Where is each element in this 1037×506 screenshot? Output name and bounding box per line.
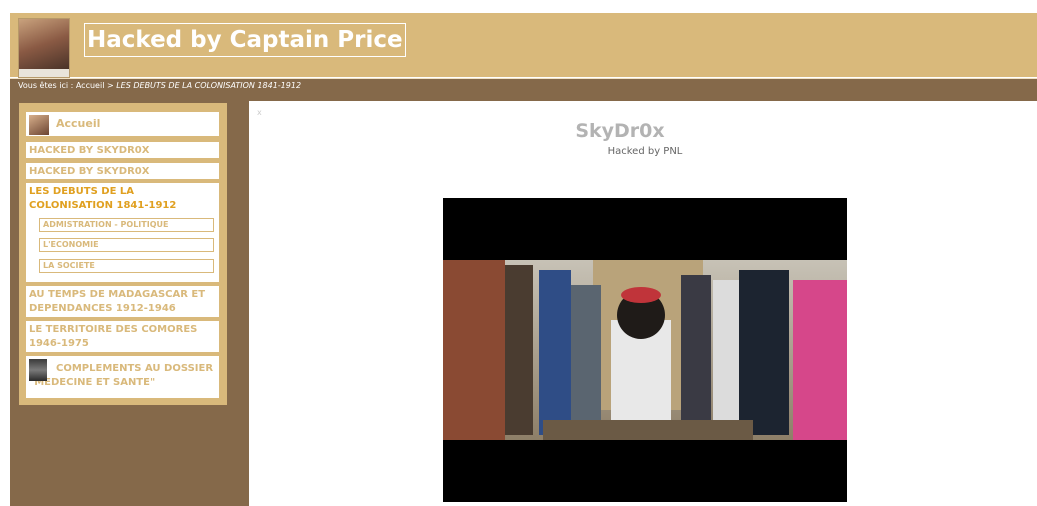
menu-item-hacked-1[interactable]: HACKED BY SKYDR0X	[26, 142, 219, 158]
breadcrumb-home-link[interactable]: Accueil	[76, 81, 105, 90]
menu-item-madagascar[interactable]: AU TEMPS DE MADAGASCAR ET DEPENDANCES 19…	[26, 286, 219, 317]
breadcrumb: Vous êtes ici : Accueil > LES DEBUTS DE …	[10, 78, 1037, 92]
menu-item-complements[interactable]: COMPLEMENTS AU DOSSIER "MEDECINE ET SANT…	[26, 356, 219, 398]
site-header: Hacked by Captain Price	[10, 13, 1037, 78]
menu-item-debuts-colonisation[interactable]: LES DEBUTS DE LA COLONISATION 1841-1912 …	[26, 183, 219, 282]
site-title[interactable]: Hacked by Captain Price	[84, 23, 406, 57]
breadcrumb-current: LES DEBUTS DE LA COLONISATION 1841-1912	[116, 81, 302, 90]
menu-item-hacked-2[interactable]: HACKED BY SKYDR0X	[26, 163, 219, 179]
breadcrumb-prefix: Vous êtes ici :	[18, 81, 76, 90]
menu-item-label: COMPLEMENTS AU DOSSIER "MEDECINE ET SANT…	[29, 363, 214, 388]
submenu-item-societe[interactable]: LA SOCIETE	[39, 259, 214, 273]
side-menu: Accueil HACKED BY SKYDR0X HACKED BY SKYD…	[19, 103, 227, 405]
breadcrumb-separator: >	[104, 81, 117, 90]
content-close-icon[interactable]: x	[257, 108, 262, 117]
menu-item-label: LES DEBUTS DE LA COLONISATION 1841-1912	[29, 186, 177, 211]
complements-thumbnail-icon	[29, 359, 47, 381]
submenu-item-administration[interactable]: ADMISTRATION - POLITIQUE	[39, 218, 214, 232]
video-frame-image	[443, 260, 847, 440]
menu-item-comores[interactable]: LE TERRITOIRE DES COMORES 1946-1975	[26, 321, 219, 352]
content-subtitle: Hacked by PNL	[607, 146, 683, 157]
menu-item-label: HACKED BY SKYDR0X	[29, 145, 150, 156]
header-band	[10, 92, 1037, 101]
content-title: SkyDr0x	[575, 120, 665, 142]
menu-item-label: AU TEMPS DE MADAGASCAR ET DEPENDANCES 19…	[29, 289, 206, 314]
menu-item-label: HACKED BY SKYDR0X	[29, 166, 150, 177]
menu-item-label: Accueil	[56, 117, 101, 130]
accueil-thumbnail-icon	[29, 115, 49, 135]
video-player[interactable]	[443, 198, 847, 502]
menu-item-label: LE TERRITOIRE DES COMORES 1946-1975	[29, 324, 198, 349]
menu-item-accueil[interactable]: Accueil	[26, 112, 219, 136]
site-logo-avatar[interactable]	[18, 18, 70, 78]
submenu-item-economie[interactable]: L'ECONOMIE	[39, 238, 214, 252]
